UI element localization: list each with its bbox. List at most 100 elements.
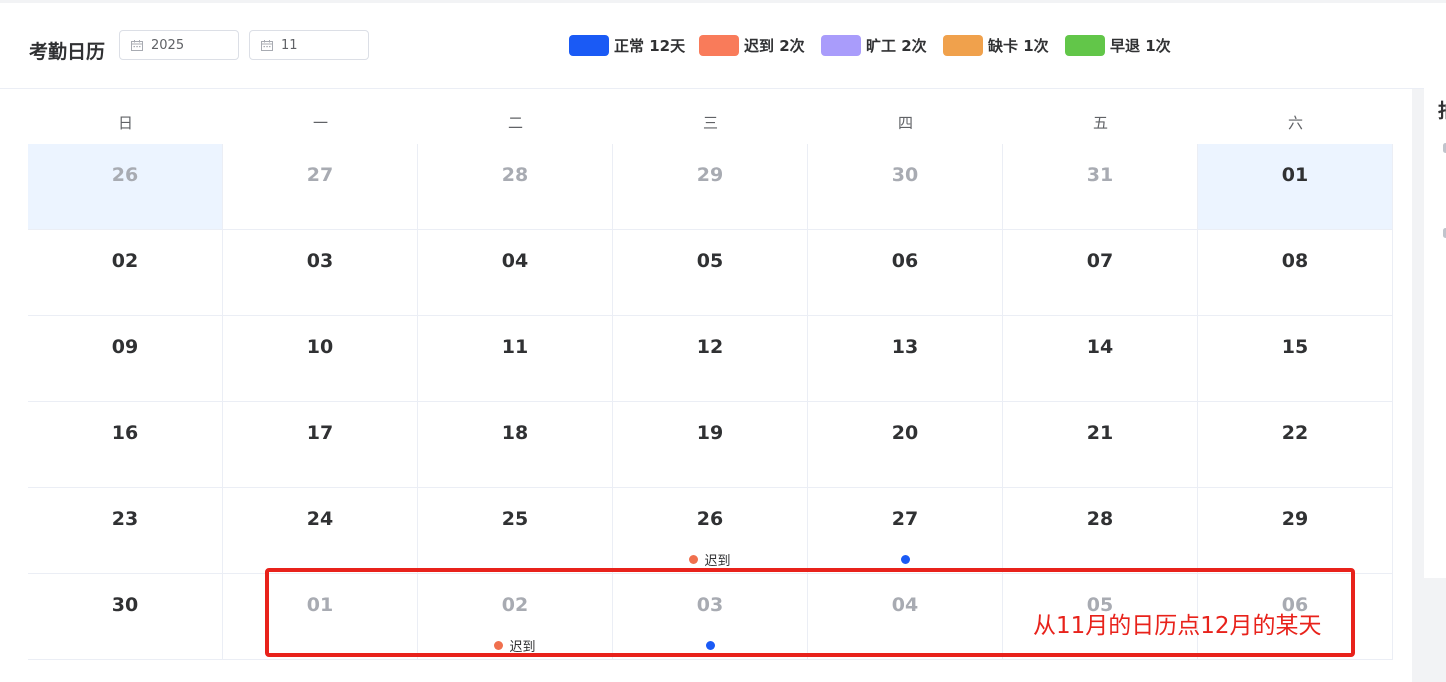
right-panel-title: 拍 (1438, 96, 1446, 123)
calendar-day-cell[interactable]: 06 (808, 230, 1003, 316)
calendar-day-cell[interactable]: 09 (28, 316, 223, 402)
calendar-day-cell[interactable]: 28 (1003, 488, 1198, 574)
calendar-day-cell[interactable]: 15 (1198, 316, 1393, 402)
calendar-day-cell[interactable]: 05 (613, 230, 808, 316)
calendar-day-cell[interactable]: 22 (1198, 402, 1393, 488)
calendar-day-cell[interactable]: 27 (808, 488, 1003, 574)
status-label: 迟到 (704, 554, 731, 569)
year-picker[interactable] (119, 30, 239, 60)
page-title: 考勤日历 (29, 41, 106, 63)
calendar-day-cell[interactable]: 19 (613, 402, 808, 488)
calendar-day-cell[interactable]: 30 (808, 144, 1003, 230)
calendar-day-cell[interactable]: 30 (28, 574, 223, 660)
weekday-header: 日一二三四五六 (28, 100, 1393, 144)
right-side-panel: 拍 (1424, 88, 1446, 578)
day-number: 19 (696, 422, 724, 444)
calendar-day-cell[interactable]: 12 (613, 316, 808, 402)
calendar-day-cell[interactable]: 03 (223, 230, 418, 316)
day-number: 29 (696, 164, 724, 186)
day-number: 18 (501, 422, 529, 444)
day-number: 09 (111, 336, 139, 358)
day-number: 10 (306, 336, 334, 358)
weekday-label: 一 (312, 114, 328, 132)
status-dot-icon (689, 555, 699, 564)
calendar-day-cell[interactable]: 04 (418, 230, 613, 316)
day-number: 25 (501, 508, 529, 530)
year-input[interactable] (151, 36, 231, 54)
day-number: 07 (1086, 250, 1114, 272)
calendar-day-cell[interactable]: 25 (418, 488, 613, 574)
calendar-day-cell[interactable]: 31 (1003, 144, 1198, 230)
calendar-icon (131, 40, 143, 51)
day-number: 02 (111, 250, 139, 272)
day-number: 08 (1281, 250, 1309, 272)
month-picker[interactable] (249, 30, 369, 60)
day-number: 28 (501, 164, 529, 186)
day-number: 26 (696, 508, 724, 530)
day-number: 16 (111, 422, 139, 444)
calendar-day-cell[interactable]: 07 (1003, 230, 1198, 316)
day-number: 15 (1281, 336, 1309, 358)
calendar-day-cell[interactable]: 26 (28, 144, 223, 230)
day-number: 05 (696, 250, 724, 272)
calendar-day-cell[interactable]: 27 (223, 144, 418, 230)
legend-label: 缺卡 1次 (988, 37, 1049, 55)
day-number: 22 (1281, 422, 1309, 444)
day-number: 06 (891, 250, 919, 272)
calendar-day-cell[interactable]: 08 (1198, 230, 1393, 316)
calendar-day-cell[interactable]: 02 (28, 230, 223, 316)
calendar-day-cell[interactable]: 24 (223, 488, 418, 574)
weekday-label: 三 (702, 114, 718, 132)
legend-swatch (569, 35, 609, 56)
day-number: 26 (111, 164, 139, 186)
legend-label: 旷工 2次 (866, 37, 927, 55)
month-input[interactable] (281, 36, 361, 54)
status-dot-icon (900, 555, 910, 564)
day-number: 23 (111, 508, 139, 530)
day-number: 29 (1281, 508, 1309, 530)
weekday-label: 二 (507, 114, 523, 132)
calendar-day-cell[interactable]: 28 (418, 144, 613, 230)
calendar-header: 考勤日历 正常 12天 迟到 2次 旷工 2次 缺卡 1次 早退 1次 (0, 3, 1446, 89)
calendar-day-cell[interactable]: 21 (1003, 402, 1198, 488)
day-number: 20 (891, 422, 919, 444)
day-number: 03 (306, 250, 334, 272)
calendar-day-cell[interactable]: 20 (808, 402, 1003, 488)
day-number: 12 (696, 336, 724, 358)
calendar-day-cell[interactable]: 26 迟到 (613, 488, 808, 574)
day-number: 21 (1086, 422, 1114, 444)
calendar-day-cell[interactable]: 18 (418, 402, 613, 488)
weekday-label: 六 (1287, 114, 1303, 132)
day-number: 13 (891, 336, 919, 358)
calendar-day-cell[interactable]: 10 (223, 316, 418, 402)
calendar-icon (261, 40, 273, 51)
legend-swatch (943, 35, 983, 56)
day-number: 28 (1086, 508, 1114, 530)
day-number: 30 (891, 164, 919, 186)
weekday-label: 五 (1092, 114, 1108, 132)
calendar-day-cell[interactable]: 01 (1198, 144, 1393, 230)
day-number: 27 (891, 508, 919, 530)
attendance-mark (808, 549, 1002, 565)
calendar-day-cell[interactable]: 16 (28, 402, 223, 488)
calendar-day-cell[interactable]: 14 (1003, 316, 1198, 402)
calendar-day-cell[interactable]: 23 (28, 488, 223, 574)
day-number: 31 (1086, 164, 1114, 186)
attendance-mark: 迟到 (613, 549, 807, 569)
day-number: 11 (501, 336, 529, 358)
day-number: 04 (501, 250, 529, 272)
calendar-day-cell[interactable]: 29 (613, 144, 808, 230)
calendar-day-cell[interactable]: 13 (808, 316, 1003, 402)
weekday-label: 四 (897, 114, 913, 132)
legend-swatch (821, 35, 861, 56)
calendar-day-cell[interactable]: 11 (418, 316, 613, 402)
calendar-day-cell[interactable]: 17 (223, 402, 418, 488)
weekday-label: 日 (117, 114, 133, 132)
calendar-day-cell[interactable]: 29 (1198, 488, 1393, 574)
day-number: 14 (1086, 336, 1114, 358)
annotation-text: 从11月的日历点12月的某天 (1033, 613, 1322, 639)
legend-label: 早退 1次 (1110, 37, 1171, 55)
day-number: 01 (1281, 164, 1309, 186)
legend-label: 正常 12天 (614, 37, 686, 55)
legend-label: 迟到 2次 (744, 37, 805, 55)
